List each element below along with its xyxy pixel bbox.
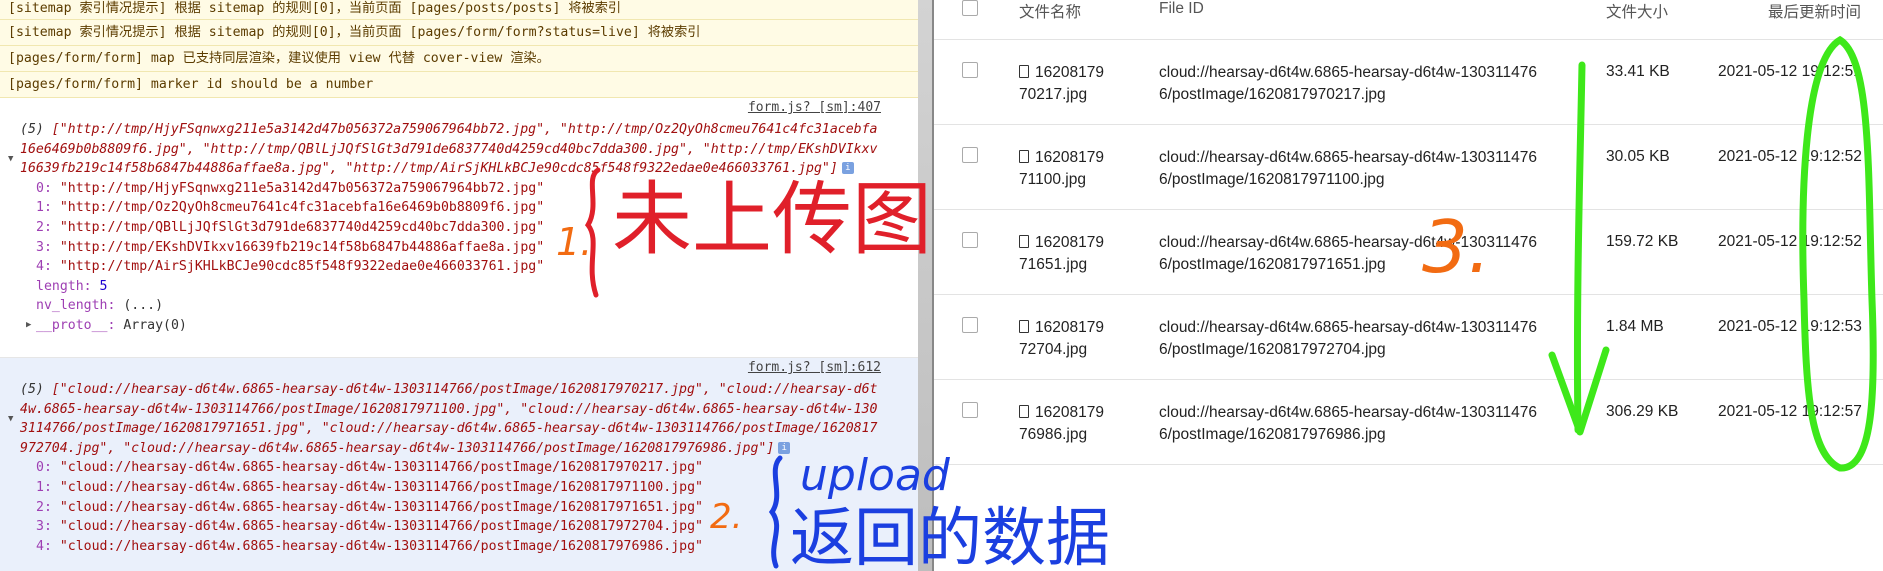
source-link[interactable]: form.js? [sm]:407 bbox=[748, 98, 881, 118]
table-header: 文件名称 File ID 文件大小 最后更新时间 bbox=[934, 0, 1883, 40]
console-log-entry: form.js? [sm]:612 ▼ (5) ["cloud://hearsa… bbox=[0, 358, 918, 571]
table-row[interactable]: 16208179 70217.jpg cloud://hearsay-d6t4w.… bbox=[934, 40, 1883, 125]
array-length: length: 5 bbox=[36, 278, 108, 294]
row-checkbox[interactable] bbox=[962, 62, 978, 78]
file-icon bbox=[1019, 320, 1029, 333]
column-header-size[interactable]: 文件大小 bbox=[1606, 0, 1668, 22]
column-header-name[interactable]: 文件名称 bbox=[1019, 0, 1081, 22]
array-item: 3: "cloud://hearsay-d6t4w.6865-hearsay-d… bbox=[36, 519, 703, 535]
array-proto[interactable]: ▶ __proto__: Array(0) bbox=[20, 316, 882, 336]
array-item: 0: "http://tmp/HjyFSqnwxg211e5a3142d47b0… bbox=[36, 180, 545, 196]
array-item: 4: "cloud://hearsay-d6t4w.6865-hearsay-d… bbox=[36, 538, 703, 554]
file-icon bbox=[1019, 65, 1029, 78]
row-checkbox[interactable] bbox=[962, 232, 978, 248]
console-warning: [pages/form/form] marker id should be a … bbox=[0, 72, 918, 98]
array-summary[interactable]: (5) ["cloud://hearsay-d6t4w.6865-hearsay… bbox=[20, 380, 882, 458]
array-item: 3: "http://tmp/EKshDVIkxv16639fb219c14f5… bbox=[36, 239, 545, 255]
expand-arrow-icon[interactable]: ▶ bbox=[26, 316, 31, 336]
file-updated-time: 2021-05-12 19:12:52 bbox=[1718, 148, 1862, 165]
file-updated-time: 2021-05-12 19:12:52 bbox=[1718, 233, 1862, 250]
file-id: cloud://hearsay-d6t4w.6865-hearsay-d6t4w… bbox=[1159, 319, 1537, 358]
storage-file-table: 文件名称 File ID 文件大小 最后更新时间 16208179 70217.j… bbox=[934, 0, 1883, 571]
file-name[interactable]: 16208179 72704.jpg bbox=[1019, 317, 1139, 361]
file-updated-time: 2021-05-12 19:12:53 bbox=[1718, 318, 1862, 335]
column-header-fileid[interactable]: File ID bbox=[1159, 0, 1204, 18]
info-icon: i bbox=[778, 441, 791, 454]
array-item: 2: "http://tmp/QBlLjJQfSlGt3d791de683774… bbox=[36, 219, 545, 235]
file-icon bbox=[1019, 405, 1029, 418]
row-checkbox[interactable] bbox=[962, 317, 978, 333]
array-item: 1: "cloud://hearsay-d6t4w.6865-hearsay-d… bbox=[36, 479, 703, 495]
array-item: 2: "cloud://hearsay-d6t4w.6865-hearsay-d… bbox=[36, 499, 703, 515]
table-row[interactable]: 16208179 76986.jpg cloud://hearsay-d6t4w.… bbox=[934, 380, 1883, 465]
console-warning: [sitemap 索引情况提示] 根据 sitemap 的规则[0]，当前页面 … bbox=[0, 20, 918, 46]
info-icon: i bbox=[841, 162, 854, 175]
array-nvlength[interactable]: nv_length: (...) bbox=[20, 296, 882, 316]
file-size: 306.29 KB bbox=[1606, 403, 1679, 420]
row-checkbox[interactable] bbox=[962, 147, 978, 163]
console-warning: [pages/form/form] map 已支持同层渲染，建议使用 view … bbox=[0, 46, 918, 72]
select-all-checkbox[interactable] bbox=[962, 0, 978, 16]
file-icon bbox=[1019, 235, 1029, 248]
file-icon bbox=[1019, 150, 1029, 163]
expand-arrow-icon[interactable]: ▼ bbox=[8, 150, 13, 170]
file-updated-time: 2021-05-12 19:12:57 bbox=[1718, 403, 1862, 420]
file-size: 30.05 KB bbox=[1606, 148, 1670, 165]
panel-splitter[interactable] bbox=[918, 0, 934, 571]
devtools-console: [sitemap 索引情况提示] 根据 sitemap 的规则[0]，当前页面 … bbox=[0, 0, 918, 571]
expand-arrow-icon[interactable]: ▼ bbox=[8, 410, 13, 430]
console-warning: [sitemap 索引情况提示] 根据 sitemap 的规则[0]，当前页面 … bbox=[0, 0, 918, 20]
column-header-updated[interactable]: 最后更新时间 bbox=[1768, 0, 1861, 22]
table-row[interactable]: 16208179 71651.jpg cloud://hearsay-d6t4w.… bbox=[934, 210, 1883, 295]
row-checkbox[interactable] bbox=[962, 402, 978, 418]
file-id: cloud://hearsay-d6t4w.6865-hearsay-d6t4w… bbox=[1159, 404, 1537, 443]
file-size: 33.41 KB bbox=[1606, 63, 1670, 80]
table-row[interactable]: 16208179 72704.jpg cloud://hearsay-d6t4w.… bbox=[934, 295, 1883, 380]
table-row[interactable]: 16208179 71100.jpg cloud://hearsay-d6t4w.… bbox=[934, 125, 1883, 210]
file-name[interactable]: 16208179 71100.jpg bbox=[1019, 147, 1139, 191]
file-id: cloud://hearsay-d6t4w.6865-hearsay-d6t4w… bbox=[1159, 64, 1537, 103]
array-item: 1: "http://tmp/Oz2QyOh8cmeu7641c4fc31ace… bbox=[36, 200, 545, 216]
array-item: 4: "http://tmp/AirSjKHLkBCJe90cdc85f548f… bbox=[36, 259, 545, 275]
file-name[interactable]: 16208179 71651.jpg bbox=[1019, 232, 1139, 276]
file-size: 159.72 KB bbox=[1606, 233, 1679, 250]
array-item: 0: "cloud://hearsay-d6t4w.6865-hearsay-d… bbox=[36, 460, 703, 476]
file-name[interactable]: 16208179 76986.jpg bbox=[1019, 402, 1139, 446]
file-name[interactable]: 16208179 70217.jpg bbox=[1019, 62, 1139, 106]
file-id: cloud://hearsay-d6t4w.6865-hearsay-d6t4w… bbox=[1159, 149, 1537, 188]
file-id: cloud://hearsay-d6t4w.6865-hearsay-d6t4w… bbox=[1159, 234, 1537, 273]
array-summary[interactable]: (5) ["http://tmp/HjyFSqnwxg211e5a3142d47… bbox=[20, 120, 882, 179]
file-size: 1.84 MB bbox=[1606, 318, 1664, 335]
console-log-entry: form.js? [sm]:407 ▼ (5) ["http://tmp/Hjy… bbox=[0, 98, 918, 358]
source-link[interactable]: form.js? [sm]:612 bbox=[748, 358, 881, 378]
file-updated-time: 2021-05-12 19:12:51 bbox=[1718, 63, 1862, 80]
